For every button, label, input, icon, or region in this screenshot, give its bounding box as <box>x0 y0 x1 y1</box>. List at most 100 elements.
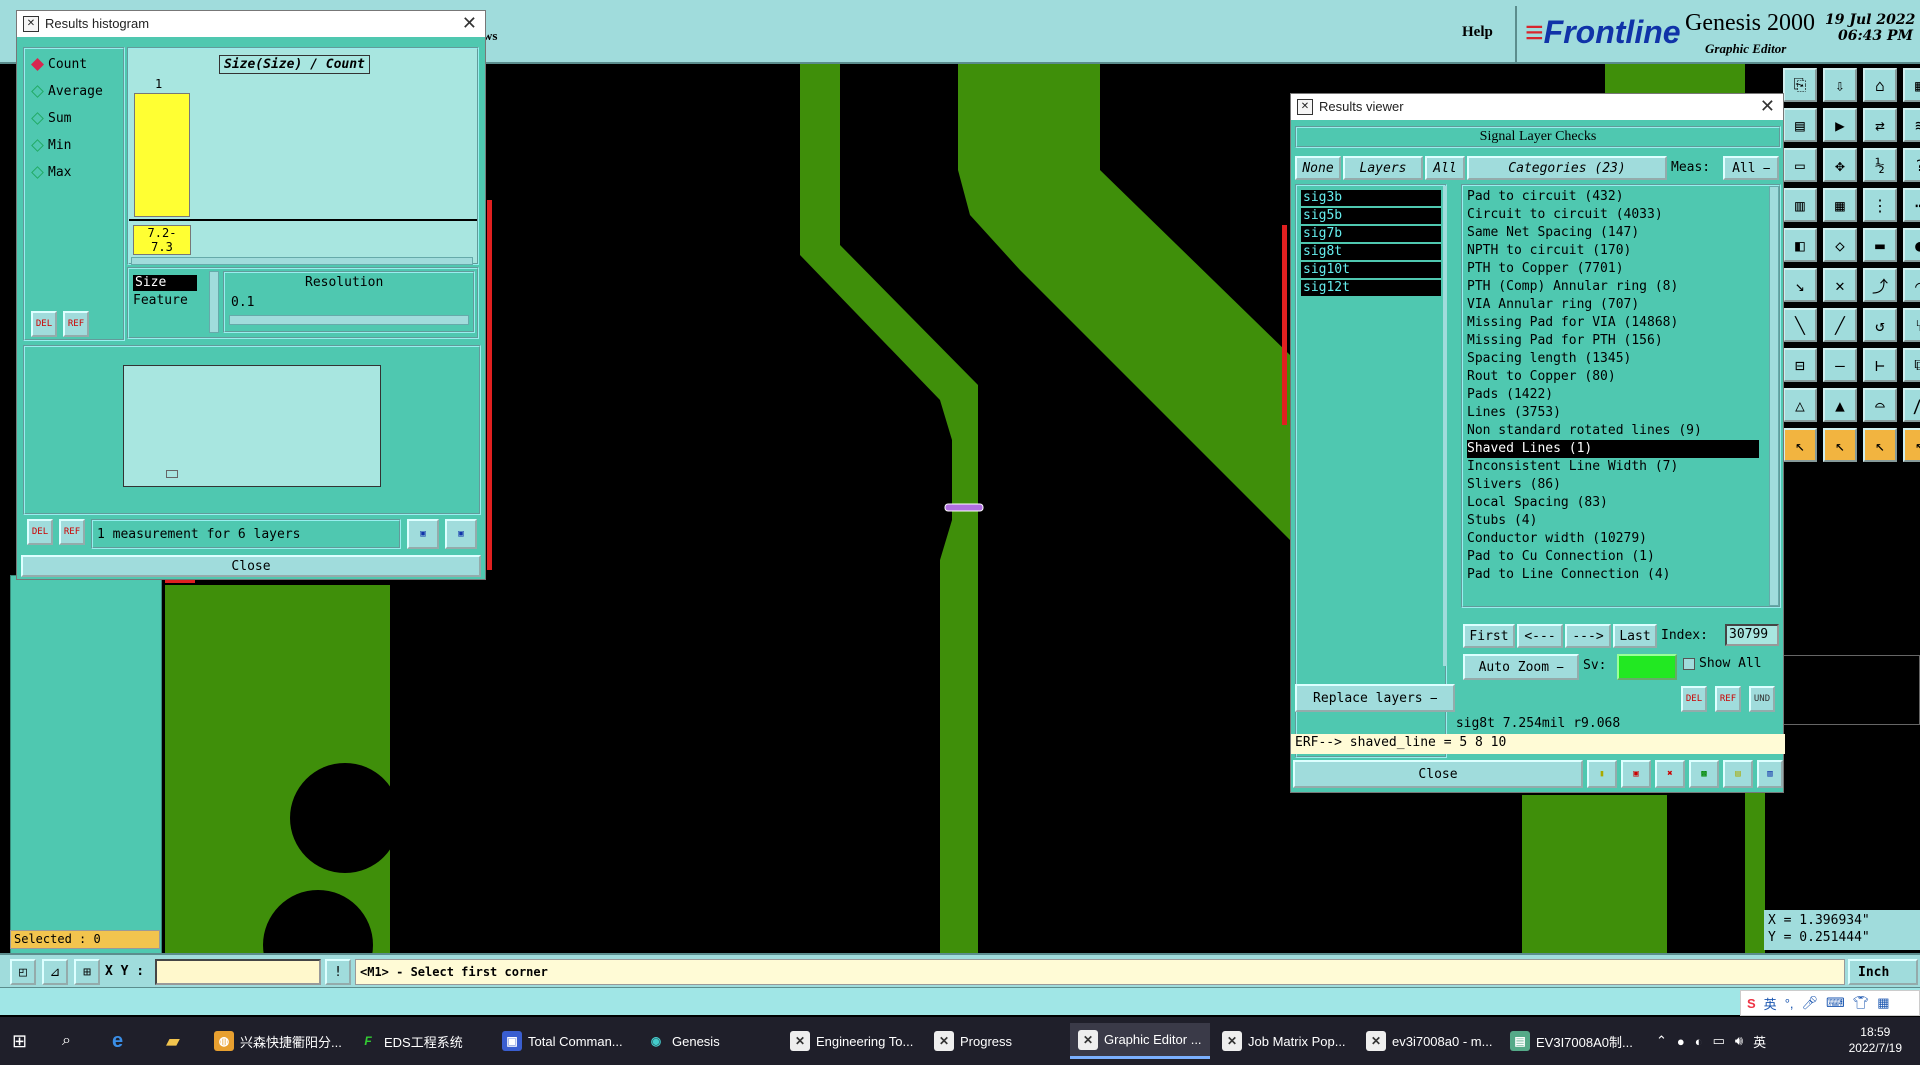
grid-snap-icon[interactable]: ⊞ <box>74 959 100 985</box>
taskbar-item[interactable]: ▣ Total Comman... <box>494 1023 631 1059</box>
edit-tool-icon[interactable]: ◇ <box>1823 228 1857 262</box>
grid-tool-icon[interactable]: ▦ <box>1903 68 1920 102</box>
report-icon[interactable]: ▣ <box>1621 760 1651 788</box>
query-tool-icon[interactable]: ? <box>1903 148 1920 182</box>
list-item[interactable]: Stubs (4) <box>1467 512 1537 530</box>
mirror-tool-icon[interactable]: ⇄ <box>1863 108 1897 142</box>
layer-item[interactable]: sig12t <box>1301 280 1441 296</box>
del-icon[interactable]: DEL <box>1681 686 1707 712</box>
cross-tool-icon[interactable]: ✕ <box>1823 268 1857 302</box>
replace-layers-selector[interactable]: Replace layers ⎯ <box>1295 684 1455 712</box>
list-item[interactable]: PTH to Copper (7701) <box>1467 260 1624 278</box>
taskbar-item[interactable]: ◉ Genesis <box>638 1023 728 1059</box>
layer-item[interactable]: sig8t <box>1301 244 1441 260</box>
ruler-tool-icon[interactable]: ▬ <box>1863 228 1897 262</box>
route-tool-icon[interactable]: ↘ <box>1783 268 1817 302</box>
list-item[interactable]: Spacing length (1345) <box>1467 350 1631 368</box>
layer-item[interactable]: sig5b <box>1301 208 1441 224</box>
list-item[interactable]: NPTH to circuit (170) <box>1467 242 1631 260</box>
unit-selector[interactable]: Inch <box>1848 959 1918 985</box>
ime-lang[interactable]: 英 <box>1764 994 1777 1013</box>
layer-tool-icon[interactable]: ▥ <box>1783 188 1817 222</box>
layer-item[interactable]: sig3b <box>1301 190 1441 206</box>
list-item[interactable]: Circuit to circuit (4033) <box>1467 206 1663 224</box>
size-list-scrollbar[interactable] <box>209 271 219 333</box>
wave-tool-icon[interactable]: ≋ <box>1903 108 1920 142</box>
net-tool-icon[interactable]: ⋮ <box>1863 188 1897 222</box>
last-button[interactable]: Last <box>1613 624 1657 648</box>
histogram-close-button[interactable]: Close <box>21 555 481 577</box>
taskbar-item[interactable]: ✕ Job Matrix Pop... <box>1214 1023 1354 1059</box>
zoom-area-icon[interactable]: ⊿ <box>42 959 68 985</box>
layers-none-button[interactable]: None <box>1295 156 1341 180</box>
grid-menu-icon[interactable]: ▦ <box>1877 995 1889 1011</box>
keyboard-icon[interactable]: ⌨ <box>1826 995 1845 1011</box>
layer-item[interactable]: sig7b <box>1301 226 1441 242</box>
list-item[interactable]: PTH (Comp) Annular ring (8) <box>1467 278 1678 296</box>
layer-item[interactable]: sig10t <box>1301 262 1441 278</box>
line-tool-icon[interactable]: ╲ <box>1783 308 1817 342</box>
radio-sum[interactable]: Sum <box>31 111 71 126</box>
arch-tool-icon[interactable]: ⌓ <box>1863 388 1897 422</box>
layers-button[interactable]: Layers <box>1343 156 1423 180</box>
display-icon[interactable]: ▭ <box>1713 1033 1725 1049</box>
resolution-slider[interactable] <box>229 315 469 325</box>
highlight-icon[interactable]: ▮ <box>1587 760 1617 788</box>
list-item[interactable]: Slivers (86) <box>1467 476 1561 494</box>
step-tool-icon[interactable]: ▶ <box>1823 108 1857 142</box>
list-item[interactable]: Rout to Copper (80) <box>1467 368 1616 386</box>
ime-toolbar[interactable]: S 英 °, 🎤︎ ⌨ 👕︎ ▦ <box>1740 990 1920 1016</box>
print-chart-icon[interactable]: ▣ <box>445 519 477 549</box>
next-button[interactable]: ---> <box>1565 624 1611 648</box>
taskbar-item[interactable]: ▤ EV3I7008A0制... <box>1502 1023 1641 1059</box>
category-scrollbar[interactable] <box>1769 186 1779 606</box>
zoom-fit-icon[interactable]: ◰ <box>10 959 36 985</box>
ref-icon[interactable]: REF <box>59 519 85 545</box>
meas-selector[interactable]: All ⎯ <box>1723 156 1779 180</box>
index-field[interactable]: 30799 <box>1725 624 1779 646</box>
del-icon[interactable]: DEL <box>27 519 53 545</box>
table-tool-icon[interactable]: ▦ <box>1823 188 1857 222</box>
curve-tool-icon[interactable]: ↺ <box>1863 308 1897 342</box>
copy-tool-icon[interactable]: ⎘ <box>1783 68 1817 102</box>
measure-tool-icon[interactable]: ⊢ <box>1863 348 1897 382</box>
radio-count[interactable]: Count <box>31 57 87 72</box>
pointer-tool-icon[interactable]: ↖ <box>1783 428 1817 462</box>
help-menu[interactable]: Help <box>1462 24 1493 41</box>
notification-icon[interactable]: ● <box>1677 1034 1685 1049</box>
mic-icon[interactable]: 🎤︎ <box>1802 995 1819 1011</box>
list-item[interactable]: Non standard rotated lines (9) <box>1467 422 1702 440</box>
taskbar-item[interactable]: F EDS工程系统 <box>350 1023 471 1059</box>
start-button[interactable]: ⊞ <box>4 1023 35 1059</box>
scale-tool-icon[interactable]: ½ <box>1863 148 1897 182</box>
dim-tool-icon[interactable]: ⊟ <box>1783 348 1817 382</box>
taskbar-item[interactable]: ✕ ev3i7008a0 - m... <box>1358 1023 1500 1059</box>
feature-option[interactable]: Feature <box>133 293 188 308</box>
window-tool-icon[interactable]: ▭ <box>1783 148 1817 182</box>
peak-tool-icon[interactable]: ⋀ <box>1903 388 1920 422</box>
close-icon[interactable]: ✕ <box>1760 96 1775 117</box>
taskbar-item[interactable]: ✕ Progress <box>926 1023 1020 1059</box>
snap-select-tool-icon[interactable]: ↖ <box>1903 428 1920 462</box>
radio-average[interactable]: Average <box>31 84 103 99</box>
del-icon[interactable]: DEL <box>31 311 57 337</box>
move-tool-icon[interactable]: ⇩ <box>1823 68 1857 102</box>
sv-color-selector[interactable] <box>1617 654 1677 680</box>
exclaim-icon[interactable]: ! <box>325 959 351 985</box>
pad-tool-icon[interactable]: ● <box>1903 228 1920 262</box>
shape-tool-icon[interactable]: ◧ <box>1783 228 1817 262</box>
histogram-bar[interactable] <box>134 93 190 217</box>
show-all-checkbox[interactable] <box>1683 658 1695 670</box>
categories-button[interactable]: Categories (23) <box>1467 156 1667 180</box>
results-viewer-close-button[interactable]: Close <box>1293 760 1583 788</box>
tri-tool-icon[interactable]: △ <box>1783 388 1817 422</box>
clock[interactable]: 18:59 2022/7/19 <box>1849 1024 1902 1056</box>
diag-tool-icon[interactable]: ╱ <box>1823 308 1857 342</box>
auto-zoom-selector[interactable]: Auto Zoom ⎯ <box>1463 654 1579 680</box>
list-item[interactable]: Inconsistent Line Width (7) <box>1467 458 1678 476</box>
chart-scrollbar[interactable] <box>131 257 473 265</box>
list-item-selected[interactable]: Shaved Lines (1) <box>1467 440 1759 458</box>
xy-input[interactable] <box>155 959 321 985</box>
list-item[interactable]: Pad to circuit (432) <box>1467 188 1624 206</box>
chevron-up-icon[interactable]: ⌃ <box>1656 1033 1667 1049</box>
